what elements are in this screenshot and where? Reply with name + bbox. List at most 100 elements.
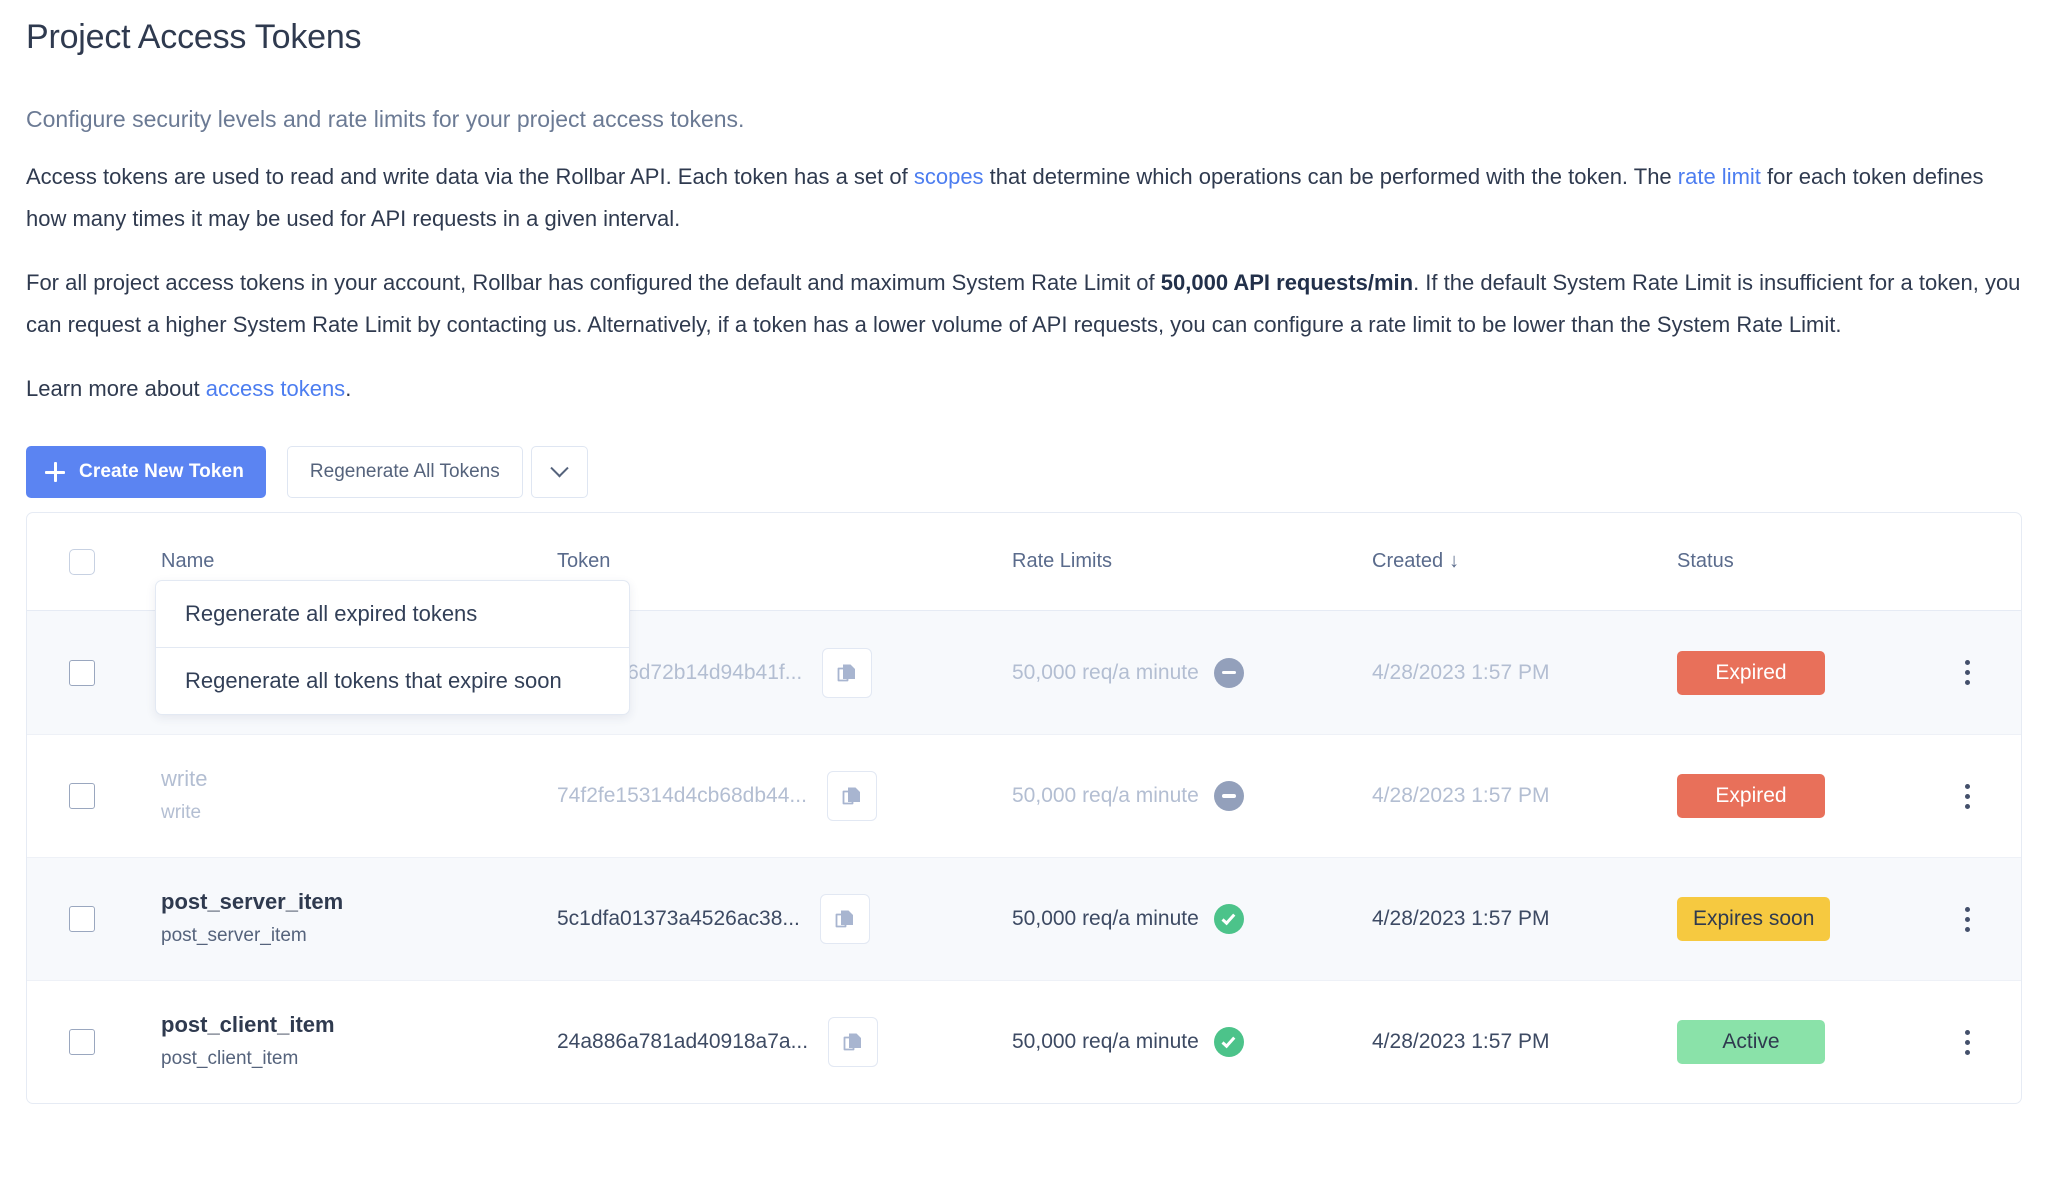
row-select-cell [27,906,137,932]
rate-limit-paragraph: For all project access tokens in your ac… [26,262,2021,346]
plus-icon [45,462,65,482]
create-new-token-button[interactable]: Create New Token [26,446,266,498]
copy-icon [835,910,853,928]
row-checkbox[interactable] [69,906,95,932]
header-rate-limits-cell: Rate Limits [1012,550,1372,573]
header-created-cell: Created ↓ [1372,550,1677,573]
row-select-cell [27,783,137,809]
status-badge: Expired [1677,650,1825,695]
header-select-all-cell [27,548,137,575]
regenerate-dropdown-toggle[interactable] [530,446,588,498]
row-checkbox[interactable] [69,783,95,809]
intro-paragraph: Access tokens are used to read and write… [26,156,2021,240]
row-status-cell: Expired [1677,650,1922,695]
rate-limit-value: 50,000 req/a minute [1012,1030,1199,1053]
row-actions-menu-icon[interactable] [1950,1022,1984,1062]
created-date: 4/28/2023 1:57 PM [1372,1030,1550,1053]
menu-item-regenerate-expired[interactable]: Regenerate all expired tokens [156,581,629,647]
token-value: 74f2fe15314d4cb68db44... [557,784,807,807]
row-actions-menu-icon[interactable] [1950,899,1984,939]
toolbar: Create New Token Regenerate All Tokens [26,446,2022,498]
row-actions-menu-icon[interactable] [1950,776,1984,816]
intro-text-1: Access tokens are used to read and write… [26,164,914,189]
row-created-cell: 4/28/2023 1:57 PM [1372,784,1677,808]
row-actions-cell [1922,653,2021,693]
row-status-cell: Active [1677,1020,1922,1064]
copy-token-button[interactable] [826,771,877,821]
learn-more-text: Learn more about [26,376,206,401]
scopes-link[interactable]: scopes [914,164,984,189]
rate-limit-value: 50,000 req/a minute [1012,660,1199,684]
rate-limit-value: 50,000 req/a minute [1012,784,1199,807]
created-date: 4/28/2023 1:57 PM [1372,784,1550,807]
rate-text-1: For all project access tokens in your ac… [26,270,1161,295]
regenerate-dropdown-menu: Regenerate all expired tokens Regenerate… [155,580,630,715]
rate-limit-disabled-icon [1213,781,1244,811]
row-token-cell: 24a886a781ad40918a7a... [557,1017,1012,1067]
row-actions-cell [1922,776,2021,816]
table-row: post_client_item post_client_item 24a886a7… [27,980,2021,1103]
status-badge: Expired [1677,774,1825,818]
row-checkbox[interactable] [69,1029,95,1055]
menu-item-regenerate-expiring-soon[interactable]: Regenerate all tokens that expire soon [156,647,629,714]
column-header-created[interactable]: Created [1372,550,1443,572]
row-checkbox[interactable] [69,659,95,686]
row-rate-limit-cell: 50,000 req/a minute [1012,1027,1372,1057]
rate-limit-enabled-icon [1213,1027,1244,1057]
row-status-cell: Expires soon [1677,897,1922,941]
status-badge: Active [1677,1020,1825,1064]
column-header-status[interactable]: Status [1677,550,1734,572]
row-select-cell [27,659,137,686]
learn-more-paragraph: Learn more about access tokens. [26,368,2021,410]
access-tokens-link[interactable]: access tokens [206,376,345,401]
select-all-checkbox[interactable] [69,548,95,575]
sort-descending-icon[interactable]: ↓ [1449,550,1459,572]
status-badge: Expires soon [1677,897,1831,941]
token-scope: write [161,802,202,823]
rate-limit-value: 50,000 req/a minute [1012,907,1199,930]
row-actions-cell [1922,899,2021,939]
copy-icon [837,664,856,681]
row-actions-cell [1922,1022,2021,1062]
table-row: write write 74f2fe15314d4cb68db44... 50,000… [27,734,2021,857]
token-value: 5c1dfa01373a4526ac38... [557,907,800,930]
row-rate-limit-cell: 50,000 req/a minute [1012,657,1372,688]
column-header-token[interactable]: Token [557,550,610,573]
copy-icon [842,787,860,805]
copy-token-button[interactable] [819,894,870,944]
row-created-cell: 4/28/2023 1:57 PM [1372,1030,1677,1054]
copy-icon [843,1033,862,1051]
token-name: write [161,766,208,791]
column-header-rate-limits[interactable]: Rate Limits [1012,550,1112,573]
create-new-token-label: Create New Token [79,461,244,482]
page-root: Project Access Tokens Configure security… [0,0,2048,1189]
row-created-cell: 4/28/2023 1:57 PM [1372,907,1677,931]
header-status-cell: Status [1677,550,1922,573]
row-name-cell: write write [137,762,557,830]
rate-limit-enabled-icon [1213,904,1244,934]
row-rate-limit-cell: 50,000 req/a minute [1012,904,1372,934]
chevron-down-icon [550,458,569,477]
token-scope: post_client_item [161,1048,299,1069]
rate-limit-link[interactable]: rate limit [1678,164,1761,189]
copy-token-button[interactable] [828,1017,879,1067]
copy-token-button[interactable] [822,647,873,698]
row-select-cell [27,1029,137,1055]
row-actions-menu-icon[interactable] [1950,653,1984,693]
row-name-cell: post_client_item post_client_item [137,1008,557,1076]
created-date: 4/28/2023 1:57 PM [1372,660,1550,684]
header-name-cell: Name [137,550,557,573]
intro-text-2: that determine which operations can be p… [983,164,1678,189]
page-title: Project Access Tokens [26,18,362,56]
created-date: 4/28/2023 1:57 PM [1372,907,1550,930]
token-name: post_server_item [161,889,344,914]
row-created-cell: 4/28/2023 1:57 PM [1372,661,1677,685]
row-rate-limit-cell: 50,000 req/a minute [1012,781,1372,811]
column-header-name[interactable]: Name [161,550,214,572]
learn-more-period: . [345,376,352,401]
header-token-cell: Token [557,550,1012,573]
token-scope: post_server_item [161,925,307,946]
table-row: post_server_item post_server_item 5c1dfa01… [27,857,2021,980]
row-name-cell: post_server_item post_server_item [137,885,557,953]
regenerate-all-tokens-button[interactable]: Regenerate All Tokens [286,446,523,498]
